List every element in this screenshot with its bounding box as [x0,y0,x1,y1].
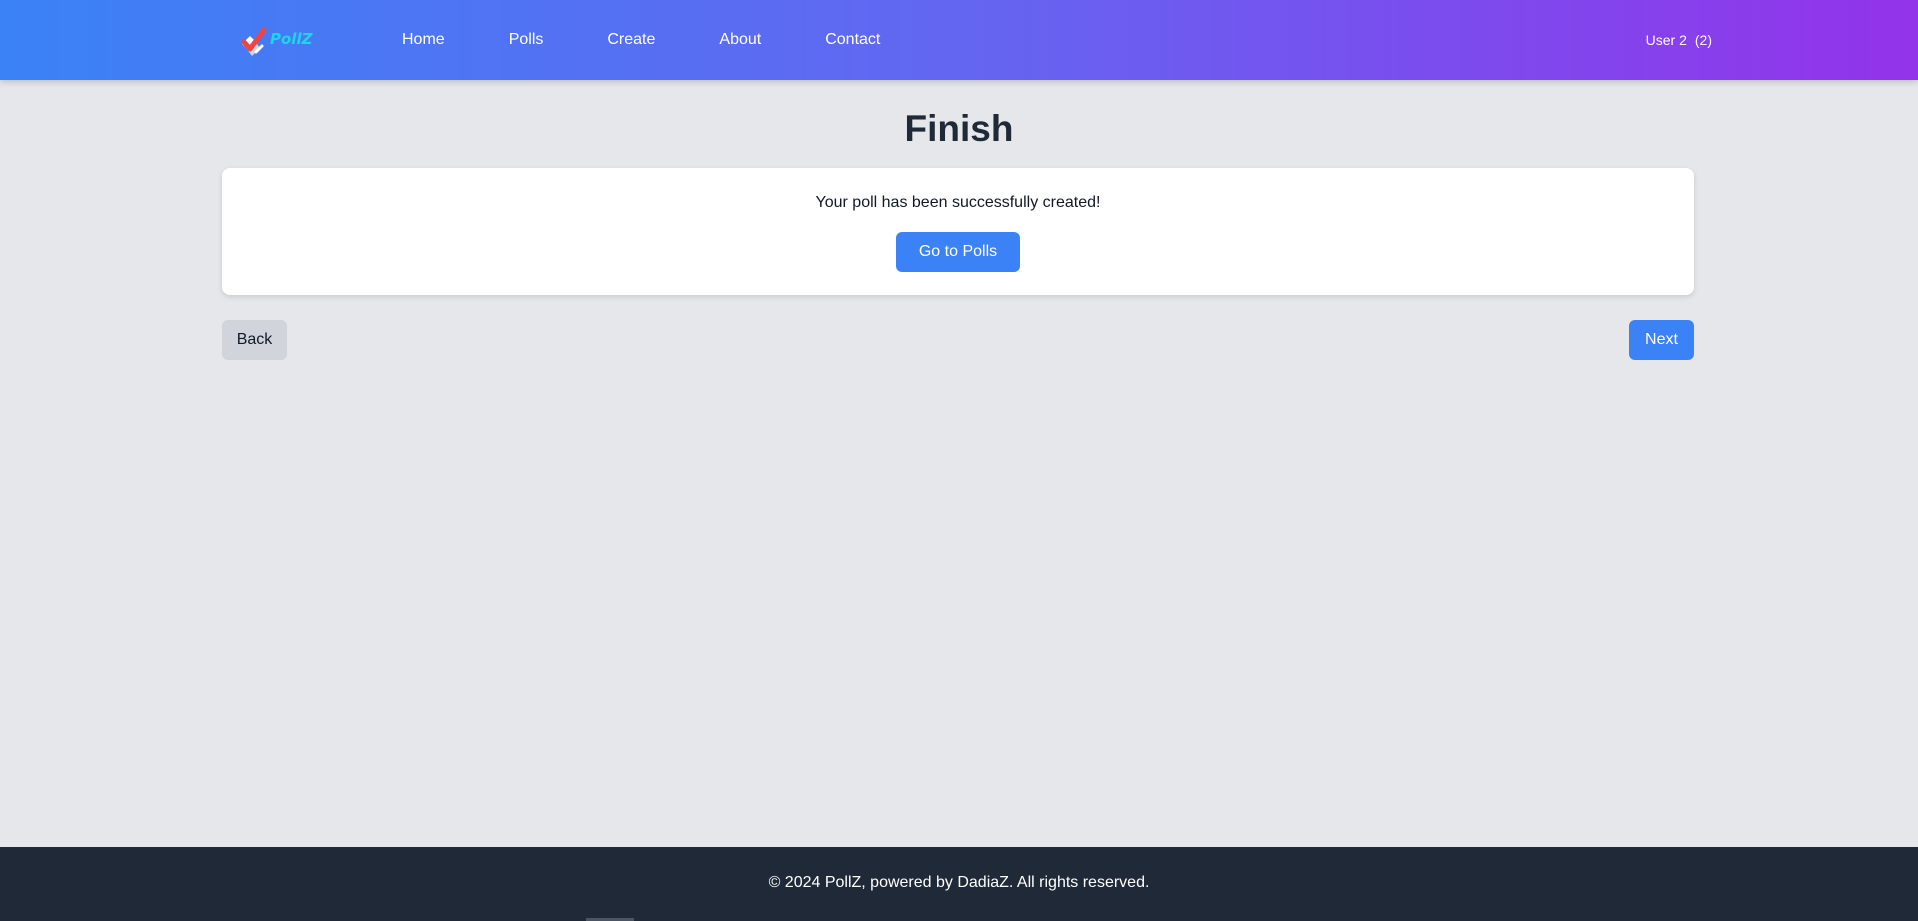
back-button[interactable]: Back [222,320,287,360]
pollz-logo[interactable]: PollZ [236,22,322,58]
user-menu[interactable]: User 2 (2) [1646,0,1712,80]
next-button[interactable]: Next [1629,320,1694,360]
go-to-polls-button[interactable]: Go to Polls [896,232,1020,272]
top-navbar: PollZ Home Polls Create About Contact Us… [0,0,1918,80]
user-name: User 2 [1645,32,1687,48]
nav-home[interactable]: Home [392,25,455,55]
nav-contact[interactable]: Contact [815,25,890,55]
main-nav: Home Polls Create About Contact [380,0,912,80]
pollz-logo-icon: PollZ [241,27,314,56]
footer: © 2024 PollZ, powered by DadiaZ. All rig… [0,847,1918,921]
success-card: Your poll has been successfully created!… [222,168,1694,295]
logo-text: PollZ [270,30,314,48]
nav-polls[interactable]: Polls [499,25,554,55]
page-title: Finish [904,108,1014,149]
user-count-badge: (2) [1694,32,1712,48]
nav-create[interactable]: Create [597,25,665,55]
success-message: Your poll has been successfully created! [815,194,1101,211]
copyright-text: © 2024 PollZ, powered by DadiaZ. All rig… [768,874,1150,891]
nav-about[interactable]: About [709,25,771,55]
